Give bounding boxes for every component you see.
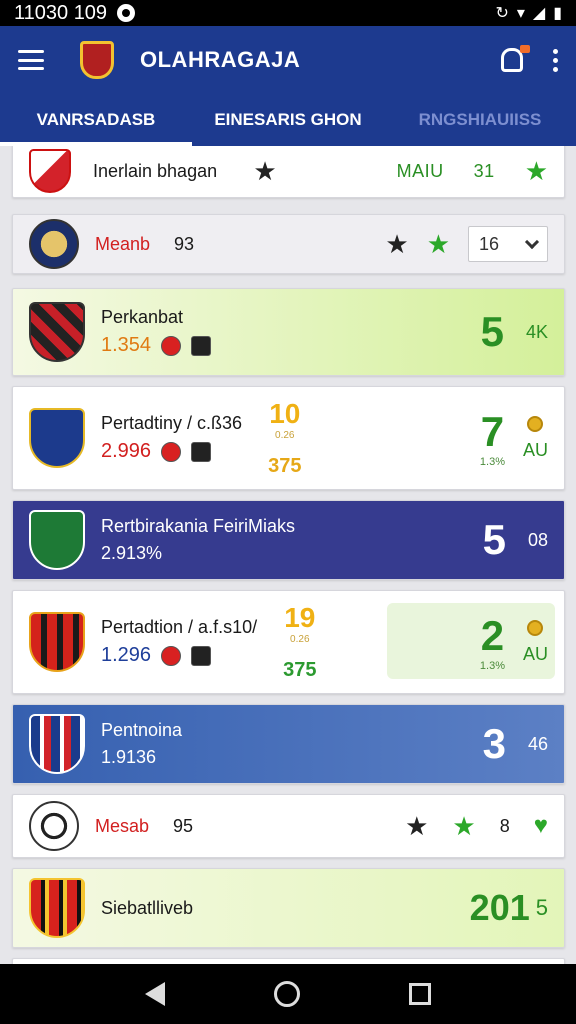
team-value: 1.9136	[101, 747, 157, 767]
tab-2[interactable]: EINESARIS GHON	[192, 94, 384, 146]
menu-icon[interactable]	[18, 50, 44, 70]
team-value: 1.354	[101, 334, 152, 356]
mid-top-value: 19	[284, 602, 316, 633]
sync-icon: ↻	[495, 5, 509, 22]
dropdown-value: 16	[479, 233, 500, 254]
team-score: 2	[480, 612, 505, 659]
team-crest-icon	[29, 510, 85, 570]
chevron-down-icon	[524, 234, 540, 249]
team-crest-icon	[29, 714, 85, 774]
rank-dropdown[interactable]: 16	[468, 226, 548, 262]
team-name: Pentnoina	[101, 720, 183, 740]
score-percent: 1.3%	[479, 456, 505, 468]
more-options-icon[interactable]	[553, 48, 558, 72]
mid-top-value: 10	[269, 398, 301, 429]
star-icon[interactable]: ★	[385, 231, 408, 257]
team-score: 201	[469, 887, 530, 928]
row-number: 8	[499, 815, 510, 836]
team-crest-icon	[29, 801, 79, 851]
list-item[interactable]: Mesab 95 ★ ★ 8 ♥	[12, 794, 565, 858]
score-tag: AU	[522, 643, 548, 664]
app-bar: OLAHRAGAJA	[0, 26, 576, 94]
team-score: 5	[480, 308, 504, 355]
mid-bottom-value: 375	[268, 455, 302, 477]
score-percent: 1.3%	[479, 660, 505, 672]
tab-1[interactable]: VANRSADASB	[0, 94, 192, 146]
team-value: 1.296	[101, 644, 152, 666]
team-crest-icon	[29, 219, 79, 269]
star-icon[interactable]: ★	[405, 813, 428, 839]
list-item[interactable]: Pentnoina 1.9136 3 46	[12, 704, 565, 784]
team-name: Mesab	[95, 815, 150, 836]
favorite-star-icon[interactable]: ★	[452, 813, 475, 839]
list-item[interactable]: Inerlain bhagan ★ MAIU 31 ★	[12, 146, 565, 198]
score-tag: 5	[535, 895, 548, 920]
tab-bar: VANRSADASB EINESARIS GHON RNGSHIAUIISS	[0, 94, 576, 146]
mid-top-small: 0.26	[290, 634, 310, 645]
app-logo	[80, 41, 114, 79]
team-crest-icon	[29, 408, 85, 468]
favorite-star-icon[interactable]: ★	[525, 158, 548, 184]
team-score: 5	[482, 516, 506, 563]
battery-icon: ▮	[553, 5, 562, 22]
score-tag: 46	[527, 733, 548, 754]
badge-icon	[161, 441, 182, 462]
star-icon[interactable]: ★	[253, 158, 276, 184]
team-value: 2.913%	[101, 543, 163, 563]
list-item[interactable]: Pertadtion / a.f.s10/ 1.296 19 0.26 375 2…	[12, 590, 565, 694]
team-list: Inerlain bhagan ★ MAIU 31 ★ Meanb 93 ★ ★…	[0, 146, 576, 964]
team-crest-icon	[29, 302, 85, 362]
back-icon[interactable]	[144, 982, 165, 1006]
team-name: Rertbirakania FeiriMiaks	[101, 516, 296, 536]
team-crest-icon	[29, 149, 71, 193]
row-middle-text: MAIU	[396, 160, 444, 181]
qr-icon	[191, 441, 212, 462]
score-tag: AU	[522, 439, 548, 460]
recent-apps-icon[interactable]	[409, 983, 432, 1005]
heart-icon[interactable]: ♥	[534, 812, 548, 840]
team-name: Meanb	[95, 233, 151, 254]
team-name: Inerlain bhagan	[93, 160, 218, 181]
status-bar: 11030 109 ↻ ▾ ◢ ▮	[0, 0, 576, 26]
team-crest-icon	[29, 612, 85, 672]
home-icon[interactable]	[273, 981, 300, 1007]
team-value: 2.996	[101, 440, 152, 462]
qr-icon	[191, 335, 212, 356]
team-score: 7	[480, 408, 505, 455]
mid-bottom-value: 375	[283, 659, 317, 681]
system-nav-bar	[0, 964, 576, 1024]
team-name: Perkanbat	[101, 307, 184, 327]
list-item[interactable]: Meanb 93 ★ ★ 16	[12, 214, 565, 274]
wifi-icon: ▾	[516, 5, 525, 22]
notification-bell-icon[interactable]	[501, 45, 530, 72]
tab-3[interactable]: RNGSHIAUIISS	[384, 94, 576, 146]
badge-icon	[161, 335, 182, 356]
coin-icon	[527, 619, 544, 636]
signal-icon: ◢	[532, 5, 546, 22]
team-name: Pertadtiny / c.ß36	[101, 413, 243, 433]
team-value: 93	[174, 233, 195, 254]
list-item[interactable]: Perkanbat 1.354 5 4K	[12, 288, 565, 376]
row-number: 31	[473, 160, 495, 181]
coin-icon	[527, 415, 544, 432]
team-value: 95	[173, 815, 194, 836]
mid-top-small: 0.26	[275, 430, 295, 441]
score-tag: 08	[527, 529, 548, 550]
status-time: 11030 109	[14, 1, 108, 24]
team-crest-icon	[29, 878, 85, 938]
notification-icon	[117, 4, 136, 22]
list-item[interactable]: Siebatlliveb 201 5	[12, 868, 565, 948]
list-item[interactable]: Pertadtiny / c.ß36 2.996 10 0.26 375 7 1.…	[12, 386, 565, 490]
team-name: Pertadtion / a.f.s10/	[101, 617, 258, 637]
qr-icon	[191, 645, 212, 666]
list-item[interactable]: Rertbirakania FeiriMiaks 2.913% 5 08	[12, 500, 565, 580]
team-score: 3	[482, 720, 506, 767]
badge-icon	[161, 645, 182, 666]
team-name: Siebatlliveb	[101, 897, 194, 918]
score-tag: 4K	[525, 321, 548, 342]
app-title: OLAHRAGAJA	[140, 47, 301, 72]
favorite-star-icon[interactable]: ★	[427, 231, 450, 257]
